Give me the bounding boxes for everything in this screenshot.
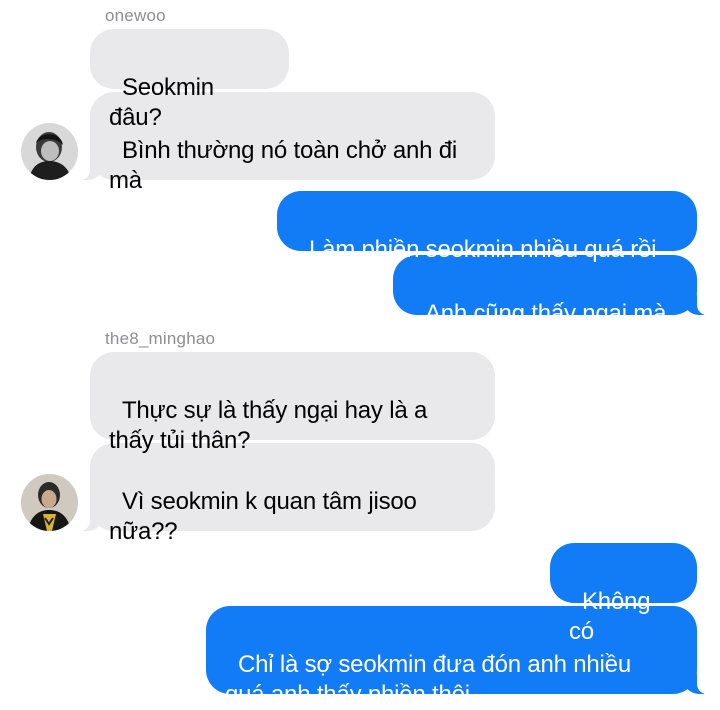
- message-bubble-incoming[interactable]: Thực sự là thấy ngại hay là a thấy tủi t…: [90, 352, 495, 454]
- sender-name-the8-minghao: the8_minghao: [105, 329, 216, 348]
- message-bubble-outgoing[interactable]: Anh cũng thấy ngại mà: [393, 255, 709, 327]
- avatar-onewoo[interactable]: [21, 123, 78, 180]
- message-bubble-incoming[interactable]: Seokmin đâu?: [90, 29, 289, 131]
- message-bubble-incoming[interactable]: Vì seokmin k quan tâm jisoo nữa??: [78, 443, 495, 545]
- message-text: Vì seokmin k quan tâm jisoo nữa??: [109, 488, 417, 545]
- message-text: Bình thường nó toàn chở anh đi mà: [109, 137, 458, 194]
- avatar-icon: [21, 123, 78, 180]
- avatar-the8-minghao[interactable]: [21, 474, 78, 531]
- sender-name-onewoo: onewoo: [105, 6, 166, 25]
- message-text: Chỉ là sợ seokmin đưa đón anh nhiều quá …: [225, 651, 631, 708]
- message-bubble-outgoing[interactable]: Làm phiền seokmin nhiều quá rồi: [277, 191, 697, 263]
- message-bubble-outgoing[interactable]: Chỉ là sợ seokmin đưa đón anh nhiều quá …: [206, 606, 709, 708]
- message-text: Anh cũng thấy ngại mà: [424, 300, 667, 327]
- message-text: Làm phiền seokmin nhiều quá rồi: [308, 236, 657, 263]
- avatar-icon: [21, 474, 78, 531]
- message-bubble-outgoing[interactable]: Không có: [550, 543, 697, 645]
